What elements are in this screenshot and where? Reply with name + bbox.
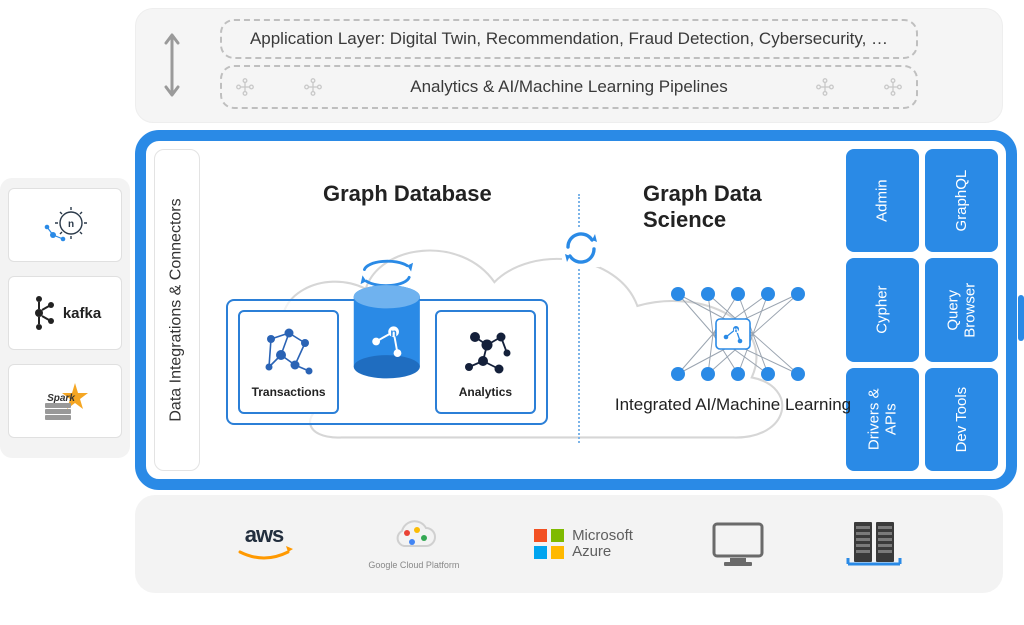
- gear-graph-icon: n: [41, 205, 89, 245]
- data-integrations-label: Data Integrations & Connectors: [168, 198, 186, 421]
- analytics-tile: Analytics: [435, 310, 536, 414]
- dev-tools-label: Dev Tools: [953, 387, 970, 453]
- admin-pill: Admin: [846, 149, 919, 252]
- transactions-label: Transactions: [252, 385, 326, 399]
- infra-aws: aws: [232, 518, 296, 570]
- kafka-icon: [29, 293, 57, 333]
- sync-arrows-icon: [562, 229, 600, 267]
- azure-label: Microsoft Azure: [572, 528, 633, 560]
- infra-datacenter: [842, 518, 906, 570]
- graph-decor-icon: [882, 76, 904, 98]
- database-cylinder-icon: n: [345, 267, 429, 377]
- vertical-resize-icon: [163, 30, 181, 100]
- infra-onprem: [706, 518, 770, 570]
- graph-decor-icon: [234, 76, 256, 98]
- pipelines-text: Analytics & AI/Machine Learning Pipeline…: [410, 77, 728, 97]
- application-layer-box: Application Layer: Digital Twin, Recomme…: [220, 19, 918, 59]
- connector-neo4j-etl: n: [8, 188, 122, 262]
- right-tools-column: Admin GraphQL Cypher Query Browser Drive…: [846, 149, 998, 471]
- kafka-label: kafka: [63, 305, 101, 322]
- spark-label: Spark: [47, 393, 75, 404]
- infrastructure-row: aws Google Cloud Platform: [135, 495, 1003, 593]
- gcp-icon: [382, 518, 446, 554]
- pipelines-box: Analytics & AI/Machine Learning Pipeline…: [220, 65, 918, 109]
- spark-icon: Spark: [41, 381, 89, 421]
- graphql-pill: GraphQL: [925, 149, 998, 252]
- svg-text:aws: aws: [244, 522, 283, 547]
- graph-data-science-title: Graph Data Science: [643, 181, 838, 233]
- svg-text:n: n: [391, 328, 398, 340]
- query-browser-pill: Query Browser: [925, 258, 998, 361]
- neural-network-icon: n: [658, 279, 808, 389]
- top-application-panel: Application Layer: Digital Twin, Recomme…: [135, 8, 1003, 123]
- graph-decor-icon: [302, 76, 324, 98]
- page-edge-right: [1018, 295, 1024, 341]
- integrated-ml-label: Integrated AI/Machine Learning: [603, 395, 863, 415]
- graphql-label: GraphQL: [953, 170, 970, 232]
- application-layer-text: Application Layer: Digital Twin, Recomme…: [250, 29, 888, 49]
- graph-network-icon: [261, 325, 317, 381]
- svg-text:n: n: [734, 326, 739, 335]
- analytics-label: Analytics: [459, 385, 512, 399]
- molecule-icon: [457, 325, 513, 381]
- connector-kafka: kafka: [8, 276, 122, 350]
- neo4j-n-icon: n: [68, 219, 74, 230]
- aws-icon: aws: [232, 518, 296, 570]
- graph-database-box: Transactions: [226, 299, 548, 425]
- connector-spark: Spark: [8, 364, 122, 438]
- monitor-icon: [706, 518, 770, 570]
- gcp-label: Google Cloud Platform: [368, 560, 459, 570]
- neo4j-platform-box: Data Integrations & Connectors Graph Dat…: [135, 130, 1017, 490]
- server-rack-icon: [842, 518, 906, 570]
- drivers-apis-label: Drivers & APIs: [865, 388, 900, 450]
- query-browser-label: Query Browser: [944, 282, 979, 337]
- data-integrations-panel: Data Integrations & Connectors: [154, 149, 200, 471]
- graph-database-title: Graph Database: [323, 181, 492, 207]
- transactions-tile: Transactions: [238, 310, 339, 414]
- infra-gcp: Google Cloud Platform: [368, 518, 459, 570]
- azure-icon: [532, 518, 566, 570]
- graph-data-science-area: n Integrated AI/Machine Learning: [603, 279, 863, 415]
- graph-decor-icon: [814, 76, 836, 98]
- dev-tools-pill: Dev Tools: [925, 368, 998, 471]
- infra-azure: Microsoft Azure: [532, 518, 633, 570]
- platform-center: Graph Database Graph Data Science: [208, 149, 838, 471]
- admin-label: Admin: [874, 179, 891, 222]
- connectors-sidebar: n kafka: [0, 178, 130, 458]
- cypher-label: Cypher: [874, 286, 891, 334]
